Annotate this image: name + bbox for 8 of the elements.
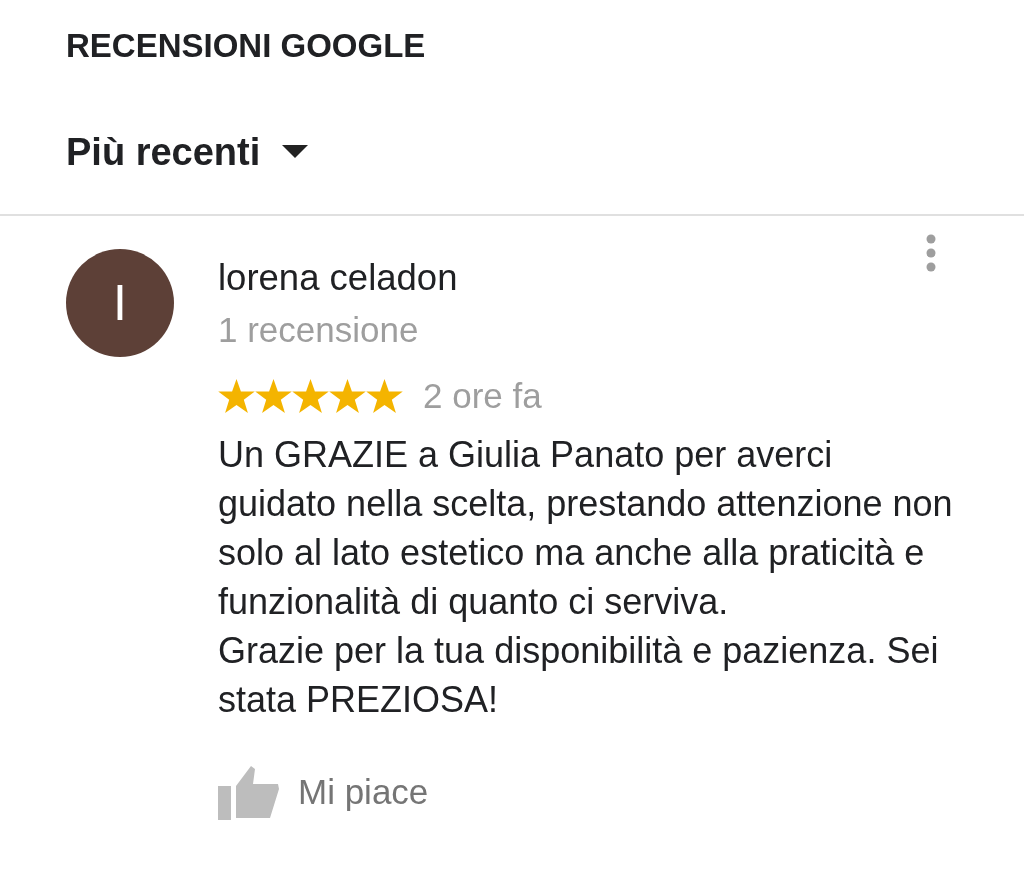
avatar: I [66, 249, 174, 357]
review-text: Un GRAZIE a Giulia Panato per averci guidato nella scelta, prestando attenzione non solo al lato estetico ma anche alla praticità e funzionalità di quanto ci serviva. Grazie per la tua disponibilità e pazienza. Sei stata PREZIOSA! [218, 433, 953, 722]
like-button[interactable]: Mi piace [218, 764, 429, 820]
section-title: RECENSIONI GOOGLE [66, 26, 427, 66]
sort-dropdown[interactable]: Più recenti [66, 130, 309, 174]
author-name: lorena celadon [218, 256, 459, 300]
review-count: 1 recensione [218, 309, 420, 351]
review-time: 2 ore fa [423, 376, 542, 416]
